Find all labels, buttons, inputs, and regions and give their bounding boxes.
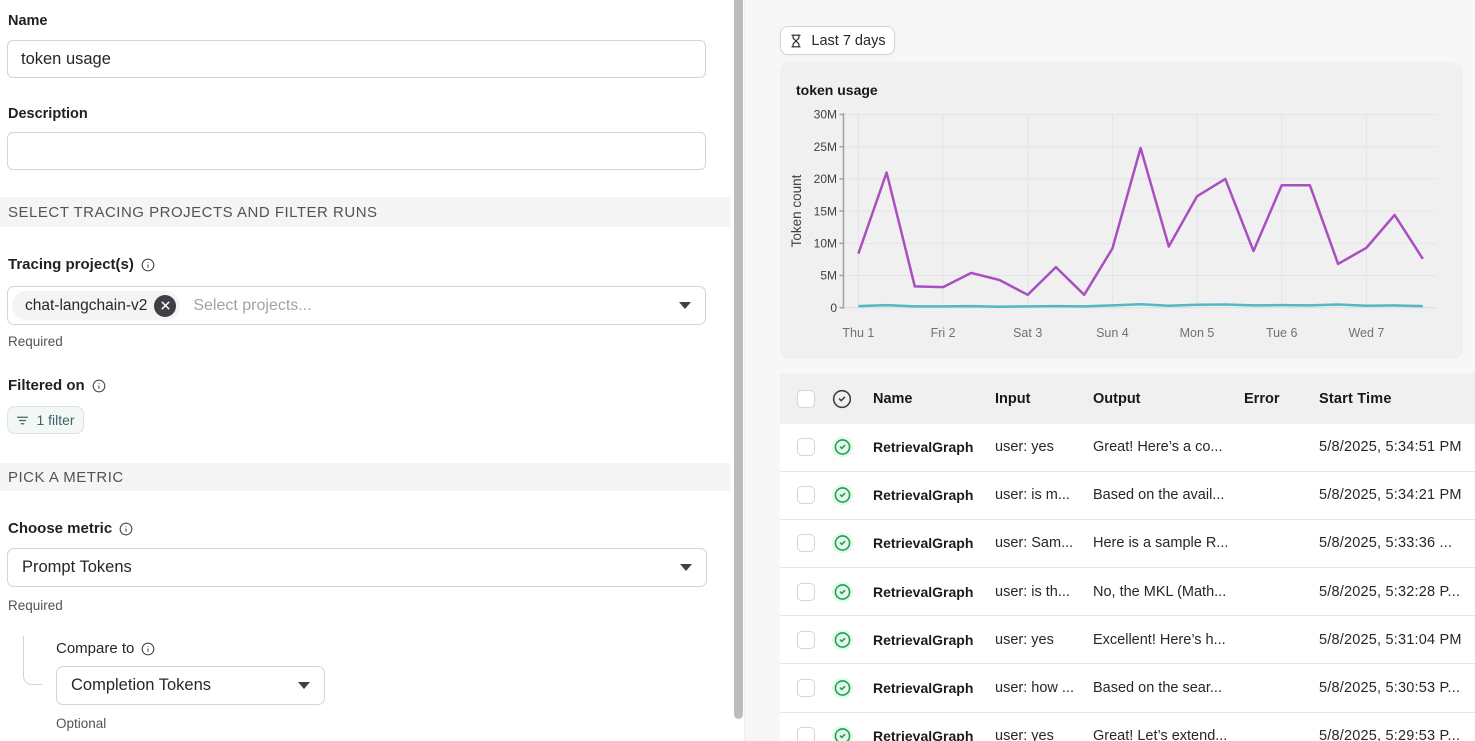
svg-text:Token count: Token count: [789, 174, 804, 247]
svg-text:20M: 20M: [814, 172, 837, 186]
svg-text:10M: 10M: [814, 237, 837, 251]
svg-text:Sat 3: Sat 3: [1013, 326, 1042, 340]
svg-text:Fri 2: Fri 2: [931, 326, 956, 340]
svg-text:Thu 1: Thu 1: [842, 326, 874, 340]
svg-text:0: 0: [830, 301, 837, 315]
svg-text:30M: 30M: [814, 108, 837, 122]
svg-text:Wed 7: Wed 7: [1348, 326, 1384, 340]
svg-text:Sun 4: Sun 4: [1096, 326, 1129, 340]
svg-text:Tue 6: Tue 6: [1266, 326, 1298, 340]
svg-text:15M: 15M: [814, 204, 837, 218]
svg-text:25M: 25M: [814, 140, 837, 154]
svg-text:Mon 5: Mon 5: [1180, 326, 1215, 340]
svg-text:5M: 5M: [820, 269, 837, 283]
